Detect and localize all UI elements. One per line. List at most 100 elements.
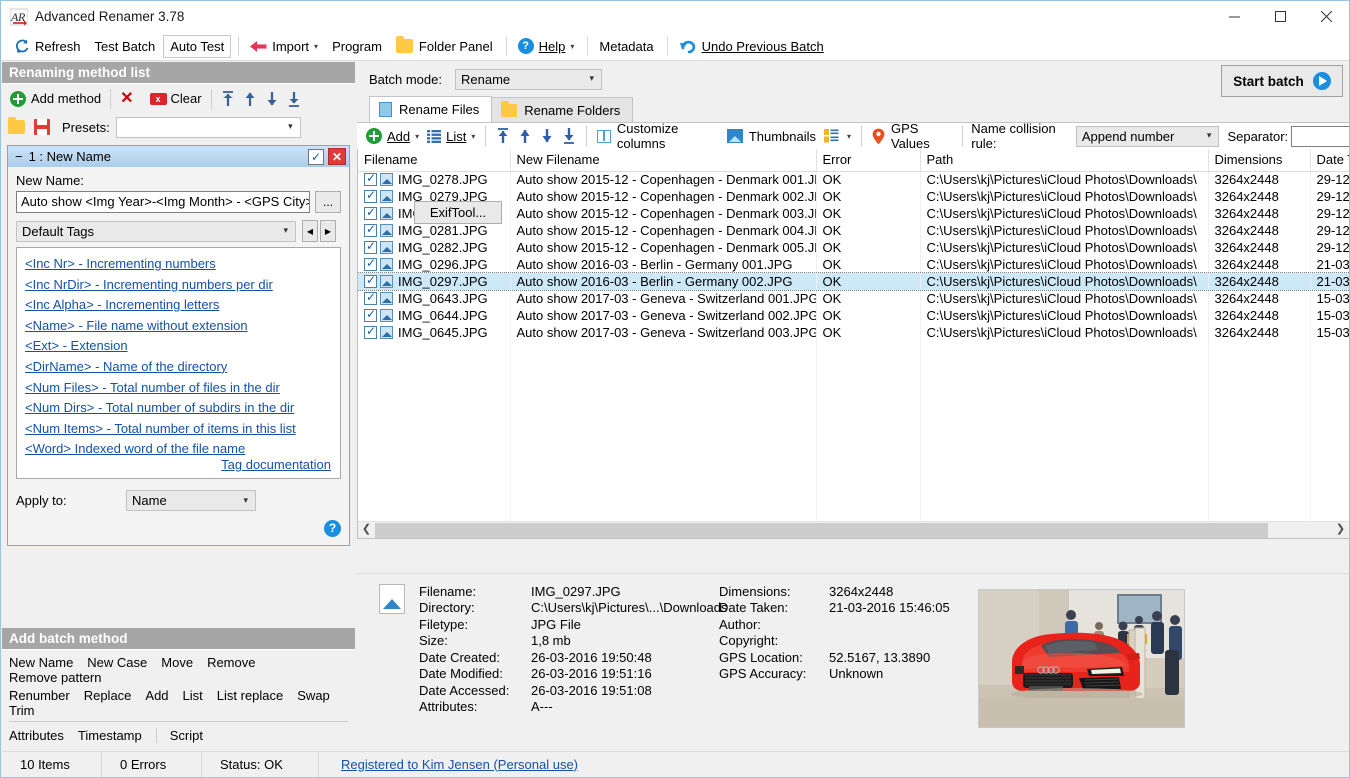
- method-close-button[interactable]: ✕: [328, 148, 346, 165]
- save-preset-icon[interactable]: [34, 119, 50, 135]
- registration-link[interactable]: Registered to Kim Jensen (Personal use): [319, 757, 578, 772]
- column-header-filename[interactable]: Filename: [358, 149, 510, 171]
- cell-path[interactable]: C:\Users\kj\Pictures\iCloud Photos\Downl…: [920, 290, 1208, 307]
- method-help-icon[interactable]: ?: [324, 520, 341, 537]
- tab-rename-folders[interactable]: Rename Folders: [491, 97, 633, 122]
- cell-new-filename[interactable]: Auto show 2016-03 - Berlin - Germany 002…: [510, 273, 816, 290]
- cell-path[interactable]: C:\Users\kj\Pictures\iCloud Photos\Downl…: [920, 222, 1208, 239]
- cell-new-filename[interactable]: Auto show 2015-12 - Copenhagen - Denmark…: [510, 222, 816, 239]
- cell-error[interactable]: OK: [816, 256, 920, 273]
- cell-dimensions[interactable]: 3264x2448: [1208, 273, 1310, 290]
- cell-new-filename[interactable]: Auto show 2017-03 - Geneva - Switzerland…: [510, 307, 816, 324]
- cell-date-taken[interactable]: 29-12-2015 12: [1310, 222, 1350, 239]
- batch-method-item[interactable]: Add: [145, 688, 168, 703]
- batch-method-item[interactable]: List replace: [217, 688, 283, 703]
- cell-filename[interactable]: IMG_0282.JPG: [358, 239, 510, 256]
- cell-path[interactable]: C:\Users\kj\Pictures\iCloud Photos\Downl…: [920, 239, 1208, 256]
- cell-error[interactable]: OK: [816, 307, 920, 324]
- batch-method-item[interactable]: Replace: [84, 688, 132, 703]
- view-mode-button[interactable]: ▾: [820, 125, 855, 148]
- maximize-button[interactable]: [1257, 1, 1303, 32]
- move-files-down-button[interactable]: [536, 125, 558, 148]
- cell-dimensions[interactable]: 3264x2448: [1208, 290, 1310, 307]
- row-checkbox[interactable]: [364, 326, 377, 339]
- cell-filename[interactable]: IMG_0296.JPG: [358, 256, 510, 273]
- row-checkbox[interactable]: [364, 275, 377, 288]
- cell-filename[interactable]: IMG_0644.JPG: [358, 307, 510, 324]
- row-checkbox[interactable]: [364, 258, 377, 271]
- cell-path[interactable]: C:\Users\kj\Pictures\iCloud Photos\Downl…: [920, 256, 1208, 273]
- refresh-button[interactable]: Refresh: [8, 35, 87, 58]
- cell-dimensions[interactable]: 3264x2448: [1208, 256, 1310, 273]
- cell-dimensions[interactable]: 3264x2448: [1208, 205, 1310, 222]
- batch-mode-select[interactable]: Rename ▾: [455, 69, 602, 90]
- table-row[interactable]: IMG_0645.JPGAuto show 2017-03 - Geneva -…: [358, 324, 1350, 341]
- cell-dimensions[interactable]: 3264x2448: [1208, 188, 1310, 205]
- thumbnails-button[interactable]: Thumbnails: [723, 125, 820, 148]
- cell-new-filename[interactable]: Auto show 2017-03 - Geneva - Switzerland…: [510, 290, 816, 307]
- tag-documentation-link[interactable]: Tag documentation: [221, 457, 331, 472]
- batch-method-item[interactable]: Timestamp: [78, 728, 142, 743]
- table-row[interactable]: IMG_0644.JPGAuto show 2017-03 - Geneva -…: [358, 307, 1350, 324]
- exiftool-button[interactable]: ExifTool...: [414, 201, 502, 224]
- move-up-button[interactable]: [239, 87, 261, 111]
- horizontal-scrollbar[interactable]: ❮ ❯: [358, 521, 1349, 538]
- gps-values-button[interactable]: GPS Values: [868, 125, 956, 148]
- table-row[interactable]: IMG_0296.JPGAuto show 2016-03 - Berlin -…: [358, 256, 1350, 273]
- test-batch-button[interactable]: Test Batch: [89, 35, 162, 58]
- cell-dimensions[interactable]: 3264x2448: [1208, 307, 1310, 324]
- separator-input[interactable]: [1291, 126, 1350, 147]
- collapse-toggle[interactable]: −: [15, 149, 23, 164]
- list-button[interactable]: List ▾: [423, 125, 479, 148]
- table-row[interactable]: IMG_0280.JPGAuto show 2015-12 - Copenhag…: [358, 205, 1350, 222]
- tag-link[interactable]: <DirName> - Name of the directory: [25, 357, 332, 378]
- cell-path[interactable]: C:\Users\kj\Pictures\iCloud Photos\Downl…: [920, 205, 1208, 222]
- cell-new-filename[interactable]: Auto show 2016-03 - Berlin - Germany 001…: [510, 256, 816, 273]
- tag-link[interactable]: <Inc Alpha> - Incrementing letters: [25, 295, 332, 316]
- tab-rename-files[interactable]: Rename Files: [369, 96, 492, 122]
- tag-link[interactable]: <Ext> - Extension: [25, 336, 332, 357]
- cell-error[interactable]: OK: [816, 205, 920, 222]
- undo-previous-batch-button[interactable]: Undo Previous Batch: [673, 35, 830, 58]
- table-row[interactable]: IMG_0282.JPGAuto show 2015-12 - Copenhag…: [358, 239, 1350, 256]
- help-button[interactable]: ? Help ▾: [512, 35, 581, 58]
- move-files-up-button[interactable]: [514, 125, 536, 148]
- method-enabled-checkbox[interactable]: ✓: [308, 149, 324, 165]
- batch-method-item[interactable]: Trim: [9, 703, 35, 718]
- cell-path[interactable]: C:\Users\kj\Pictures\iCloud Photos\Downl…: [920, 273, 1208, 290]
- new-name-browse-button[interactable]: ...: [315, 191, 341, 213]
- cell-new-filename[interactable]: Auto show 2015-12 - Copenhagen - Denmark…: [510, 239, 816, 256]
- table-row[interactable]: IMG_0297.JPGAuto show 2016-03 - Berlin -…: [358, 273, 1350, 290]
- tags-next-button[interactable]: ▶: [320, 220, 336, 242]
- row-checkbox[interactable]: [364, 224, 377, 237]
- scroll-left-arrow[interactable]: ❮: [358, 522, 375, 539]
- customize-columns-button[interactable]: Customize columns: [593, 125, 723, 148]
- column-header-dimensions[interactable]: Dimensions: [1208, 149, 1310, 171]
- scrollbar-thumb[interactable]: [375, 523, 1268, 538]
- metadata-button[interactable]: Metadata: [593, 35, 659, 58]
- start-batch-button[interactable]: Start batch: [1221, 65, 1343, 97]
- cell-error[interactable]: OK: [816, 273, 920, 290]
- cell-error[interactable]: OK: [816, 239, 920, 256]
- column-header-date-taken[interactable]: Date Taken: [1310, 149, 1350, 171]
- tag-link[interactable]: <Num Files> - Total number of files in t…: [25, 378, 332, 399]
- cell-dimensions[interactable]: 3264x2448: [1208, 171, 1310, 188]
- cell-error[interactable]: OK: [816, 171, 920, 188]
- cell-new-filename[interactable]: Auto show 2015-12 - Copenhagen - Denmark…: [510, 188, 816, 205]
- row-checkbox[interactable]: [364, 309, 377, 322]
- row-checkbox[interactable]: [364, 190, 377, 203]
- row-checkbox[interactable]: [364, 241, 377, 254]
- move-files-bottom-button[interactable]: [558, 125, 580, 148]
- cell-filename[interactable]: IMG_0643.JPG: [358, 290, 510, 307]
- new-name-input[interactable]: Auto show <Img Year>-<Img Month> - <GPS …: [16, 191, 310, 213]
- cell-dimensions[interactable]: 3264x2448: [1208, 324, 1310, 341]
- batch-method-item[interactable]: Attributes: [9, 728, 64, 743]
- auto-test-button[interactable]: Auto Test: [163, 35, 231, 58]
- cell-error[interactable]: OK: [816, 222, 920, 239]
- cell-error[interactable]: OK: [816, 188, 920, 205]
- cell-new-filename[interactable]: Auto show 2015-12 - Copenhagen - Denmark…: [510, 205, 816, 222]
- batch-method-item[interactable]: New Name: [9, 655, 73, 670]
- cell-filename[interactable]: IMG_0645.JPG: [358, 324, 510, 341]
- program-button[interactable]: Program: [326, 35, 388, 58]
- cell-dimensions[interactable]: 3264x2448: [1208, 239, 1310, 256]
